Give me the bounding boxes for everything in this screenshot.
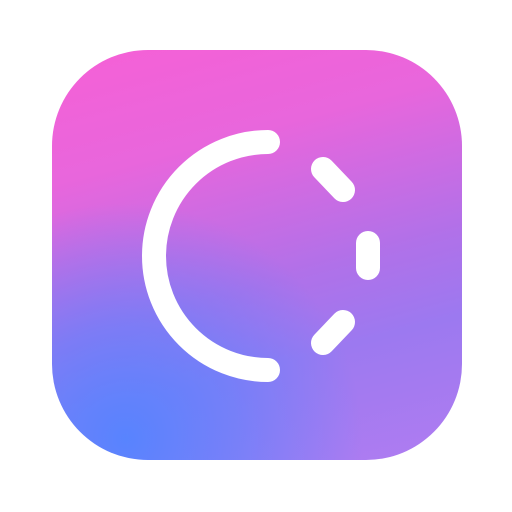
icon-canvas	[0, 0, 512, 512]
dash-segment-top-icon	[311, 157, 355, 202]
loader-glyph-icon	[142, 130, 380, 382]
solid-arc-icon	[142, 130, 280, 382]
dash-segment-bottom-icon	[311, 310, 355, 355]
